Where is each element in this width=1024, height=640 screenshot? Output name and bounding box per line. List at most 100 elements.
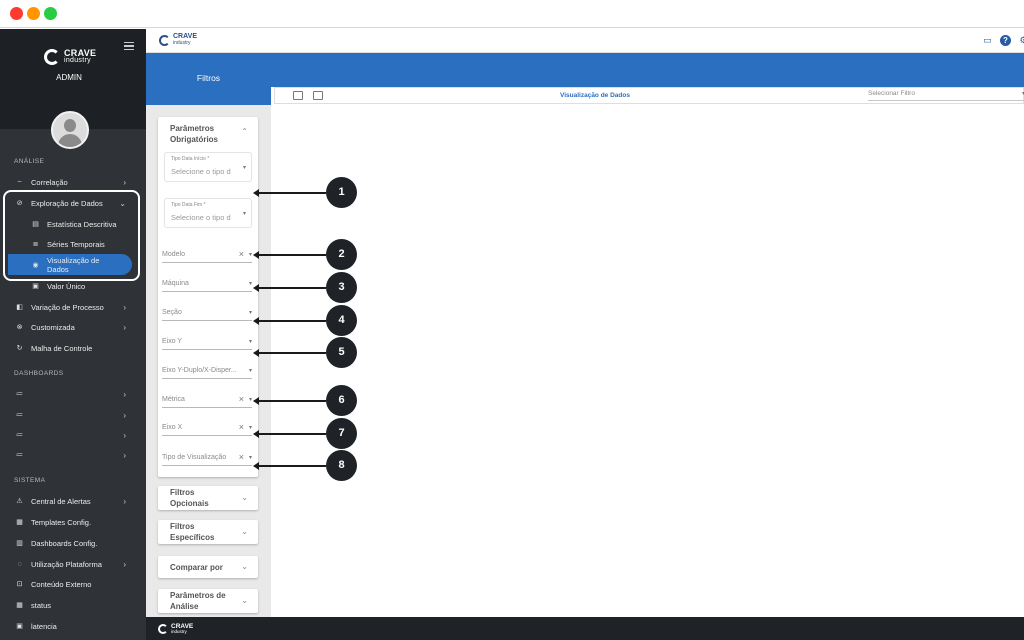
- comparar-por-card[interactable]: Comparar por ⌄: [158, 556, 258, 578]
- eixo-x-select[interactable]: Eixo X × ▾: [162, 422, 252, 436]
- brand-name: CRAVE: [173, 33, 197, 40]
- annotation-arrow-4: [253, 317, 326, 325]
- tipo-visualizacao-select[interactable]: Tipo de Visualização × ▾: [162, 452, 252, 466]
- chat-icon[interactable]: ▭: [982, 35, 993, 46]
- status-icon: ▦: [16, 601, 23, 609]
- annotation-arrow-3: [253, 284, 326, 292]
- variation-icon: ◧: [16, 303, 23, 311]
- tipo-data-fim-select[interactable]: Tipo Data Fim * Selecione o tipo d ▾: [164, 198, 252, 228]
- sidebar-item-dashboards-config[interactable]: ▥ Dashboards Config.: [0, 534, 146, 552]
- filtros-especificos-title-1: Filtros: [170, 522, 195, 531]
- sidebar-item-conteudo[interactable]: ⊡ Conteúdo Externo: [0, 575, 146, 593]
- maximize-window-button[interactable]: [44, 7, 57, 20]
- sidebar-item-label: status: [31, 600, 52, 610]
- content-area: Visualização de Dados Selecionar Filtro …: [271, 87, 1024, 617]
- sidebar-item-status[interactable]: ▦ status: [0, 596, 146, 614]
- secao-select[interactable]: Seção ▾: [162, 309, 252, 321]
- sidebar-item-label: latencia: [31, 621, 57, 631]
- brand-sub: industry: [173, 40, 191, 46]
- close-window-button[interactable]: [10, 7, 23, 20]
- tipo-data-fim-label: Tipo Data Fim *: [171, 202, 206, 208]
- annotation-badge-7: 7: [326, 418, 357, 449]
- maquina-select[interactable]: Máquina ▾: [162, 280, 252, 292]
- filter-panel: Parâmetros Obrigatórios ⌃ Tipo Data Iníc…: [146, 105, 271, 617]
- sidebar-item-alertas[interactable]: ⚠ Central de Alertas ›: [0, 492, 146, 510]
- sidebar-item-dashboard-2[interactable]: ≔ ›: [0, 406, 146, 424]
- annotation-badge-5: 5: [326, 337, 357, 368]
- sidebar-item-label: Utilização Plataforma: [31, 559, 102, 569]
- copy-icon[interactable]: [293, 91, 303, 100]
- sidebar: CRAVE industry ADMIN ANÁLISE ~ Correlação…: [0, 29, 146, 640]
- clear-icon[interactable]: ×: [239, 452, 244, 462]
- filtros-opcionais-card[interactable]: Filtros Opcionais ⌄: [158, 486, 258, 510]
- single-value-icon: ▣: [32, 282, 39, 290]
- tab-filtros[interactable]: Filtros: [146, 53, 271, 105]
- comparar-por-title: Comparar por: [170, 563, 223, 572]
- chevron-up-icon[interactable]: ⌃: [241, 127, 248, 136]
- eixo-y-select[interactable]: Eixo Y ▾: [162, 338, 252, 350]
- header-logo[interactable]: CRAVE industry: [159, 33, 197, 46]
- tipo-data-inicio-placeholder: Selecione o tipo d: [171, 167, 231, 176]
- clear-icon[interactable]: ×: [239, 249, 244, 259]
- parametros-analise-card[interactable]: Parâmetros de Análise ⌄: [158, 589, 258, 613]
- sidebar-item-customizada[interactable]: ⊗ Customizada ›: [0, 318, 146, 336]
- sidebar-item-dashboard-3[interactable]: ≔ ›: [0, 426, 146, 444]
- minimize-window-button[interactable]: [27, 7, 40, 20]
- annotation-badge-8: 8: [326, 450, 357, 481]
- clear-icon[interactable]: ×: [239, 394, 244, 404]
- clear-icon[interactable]: ×: [239, 422, 244, 432]
- image-icon[interactable]: [313, 91, 323, 100]
- sidebar-item-templates[interactable]: ▦ Templates Config.: [0, 513, 146, 531]
- menu-toggle-icon[interactable]: [124, 42, 134, 50]
- sidebar-item-latencia[interactable]: ▣ latencia: [0, 617, 146, 635]
- content-title: Visualização de Dados: [560, 92, 630, 99]
- section-analise: ANÁLISE: [14, 158, 45, 165]
- sidebar-item-utilizacao[interactable]: ◌ Utilização Plataforma ›: [0, 555, 146, 573]
- required-params-title[interactable]: Parâmetros Obrigatórios: [170, 123, 218, 145]
- parametros-analise-title-2: Análise: [170, 602, 199, 611]
- sidebar-item-variacao[interactable]: ◧ Variação de Processo ›: [0, 298, 146, 316]
- sidebar-item-correlacao[interactable]: ~ Correlação ›: [0, 173, 146, 191]
- chevron-down-icon: ⌄: [241, 562, 248, 571]
- latency-icon: ▣: [16, 622, 23, 630]
- tipo-data-inicio-label: Tipo Data Início *: [171, 156, 210, 162]
- modelo-select[interactable]: Modelo × ▾: [162, 249, 252, 263]
- content-toolbar: Visualização de Dados Selecionar Filtro …: [274, 87, 1024, 104]
- sidebar-item-dashboard-4[interactable]: ≔ ›: [0, 446, 146, 464]
- dropdown-arrow-icon: ▾: [248, 397, 252, 403]
- dropdown-arrow-icon: ▾: [248, 339, 252, 345]
- chevron-right-icon: ›: [123, 430, 126, 440]
- sidebar-item-label: Malha de Controle: [31, 343, 93, 353]
- section-dashboards: DASHBOARDS: [14, 370, 64, 377]
- eixo-y-duplo-select[interactable]: Eixo Y-Duplo/X-Disper... ▾: [162, 367, 252, 379]
- bottom-bar: CRAVE industry: [146, 617, 1024, 640]
- sidebar-item-malha[interactable]: ↻ Malha de Controle: [0, 339, 146, 357]
- sidebar-item-label: Conteúdo Externo: [31, 579, 92, 589]
- chevron-down-icon: ⌄: [241, 596, 248, 605]
- help-icon[interactable]: ?: [1000, 35, 1011, 46]
- dropdown-arrow-icon: ▾: [248, 425, 252, 431]
- tipo-data-inicio-select[interactable]: Tipo Data Início * Selecione o tipo d ▾: [164, 152, 252, 182]
- annotation-badge-2: 2: [326, 239, 357, 270]
- settings-icon[interactable]: ⚙: [1018, 35, 1024, 46]
- logo-mark-icon: [44, 49, 60, 65]
- avatar[interactable]: [51, 111, 89, 149]
- brand-logo: CRAVE industry: [44, 49, 96, 65]
- sidebar-item-label: Dashboards Config.: [31, 538, 98, 548]
- control-loop-icon: ↻: [16, 344, 23, 352]
- select-filter-dropdown[interactable]: Selecionar Filtro ▾: [868, 89, 1024, 101]
- custom-icon: ⊗: [16, 323, 23, 331]
- filtros-especificos-card[interactable]: Filtros Específicos ⌄: [158, 520, 258, 544]
- window-titlebar: [0, 0, 1024, 28]
- sidebar-item-label: Templates Config.: [31, 517, 92, 527]
- logo-mark-icon: [159, 34, 170, 46]
- sidebar-item-label: Correlação: [31, 177, 68, 187]
- section-sistema: SISTEMA: [14, 477, 46, 484]
- brand-sub: industry: [64, 57, 91, 64]
- sidebar-item-label: Variação de Processo: [31, 302, 104, 312]
- chevron-right-icon: ›: [123, 559, 126, 569]
- filtros-opcionais-title-2: Opcionais: [170, 499, 209, 508]
- metrica-select[interactable]: Métrica × ▾: [162, 394, 252, 408]
- sidebar-item-dashboard-1[interactable]: ≔ ›: [0, 385, 146, 403]
- annotation-arrow-5: [253, 349, 326, 357]
